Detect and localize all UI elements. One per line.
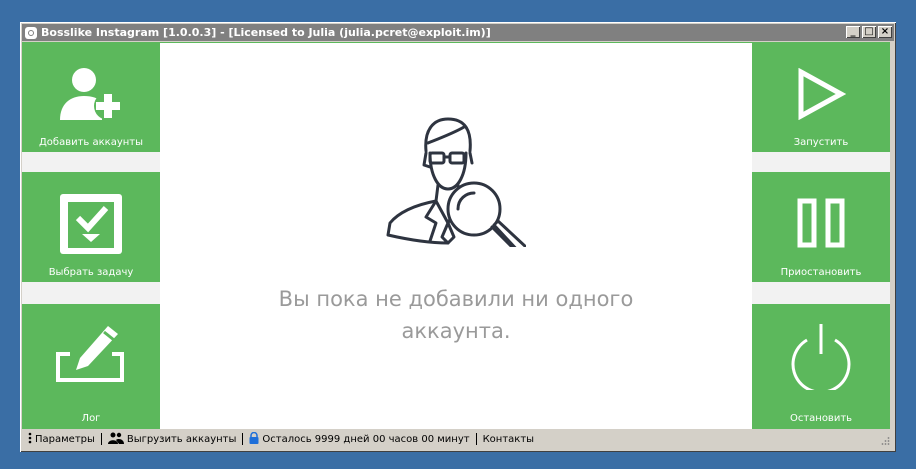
export-accounts-label: Выгрузить аккаунты — [126, 433, 237, 445]
edit-pencil-icon — [22, 322, 160, 384]
empty-state-line-2: аккаунта. — [401, 319, 511, 343]
client-area: Добавить аккаунты Выбрать задачу Лог Вы … — [22, 42, 890, 429]
contacts-link[interactable]: Контакты — [477, 434, 540, 445]
power-icon — [752, 320, 890, 390]
choose-task-button[interactable]: Выбрать задачу — [22, 172, 160, 282]
play-icon — [752, 68, 890, 120]
pause-button[interactable]: Приостановить — [752, 172, 890, 282]
stop-label: Остановить — [789, 413, 853, 424]
choose-task-label: Выбрать задачу — [48, 267, 134, 278]
start-label: Запустить — [793, 137, 849, 148]
export-accounts-button[interactable]: Выгрузить аккаунты — [102, 432, 243, 447]
checkbox-icon — [22, 192, 160, 256]
empty-state-message: Вы пока не добавили ни одного аккаунта. — [160, 283, 752, 347]
close-button[interactable]: × — [878, 26, 892, 38]
accounts-area: Вы пока не добавили ни одного аккаунта. — [160, 42, 752, 429]
log-label: Лог — [81, 413, 101, 424]
instagram-app-icon — [25, 26, 37, 39]
license-remaining: Осталось 9999 дней 00 часов 00 минут — [243, 431, 475, 447]
add-user-icon — [22, 66, 160, 122]
pause-icon — [752, 198, 890, 248]
maximize-button[interactable]: □ — [862, 26, 876, 38]
add-accounts-label: Добавить аккаунты — [38, 137, 144, 148]
users-icon — [107, 432, 124, 447]
remaining-label: Осталось 9999 дней 00 часов 00 минут — [262, 433, 470, 445]
contacts-label: Контакты — [482, 433, 535, 445]
resize-grip-icon[interactable] — [880, 436, 890, 446]
status-bar: Параметры Выгрузить аккаунты Осталось 99… — [22, 429, 894, 449]
params-label: Параметры — [35, 433, 95, 445]
minimize-button[interactable]: _ — [846, 26, 860, 38]
vertical-dots-icon — [28, 432, 32, 447]
app-window: Bosslike Instagram [1.0.0.3] - [Licensed… — [20, 22, 896, 452]
window-controls: _ □ × — [846, 26, 892, 38]
pause-label: Приостановить — [780, 267, 862, 278]
empty-state-line-1: Вы пока не добавили ни одного — [278, 287, 634, 311]
right-panel: Запустить Приостановить Остановить — [752, 42, 890, 428]
start-button[interactable]: Запустить — [752, 42, 890, 152]
lock-icon — [249, 431, 259, 447]
window-title: Bosslike Instagram [1.0.0.3] - [Licensed… — [41, 26, 491, 39]
log-button[interactable]: Лог — [22, 304, 160, 428]
add-accounts-button[interactable]: Добавить аккаунты — [22, 42, 160, 152]
title-bar[interactable]: Bosslike Instagram [1.0.0.3] - [Licensed… — [22, 24, 894, 41]
user-search-icon — [384, 113, 528, 257]
stop-button[interactable]: Остановить — [752, 304, 890, 428]
left-panel: Добавить аккаунты Выбрать задачу Лог — [22, 42, 160, 428]
params-menu[interactable]: Параметры — [22, 432, 101, 447]
